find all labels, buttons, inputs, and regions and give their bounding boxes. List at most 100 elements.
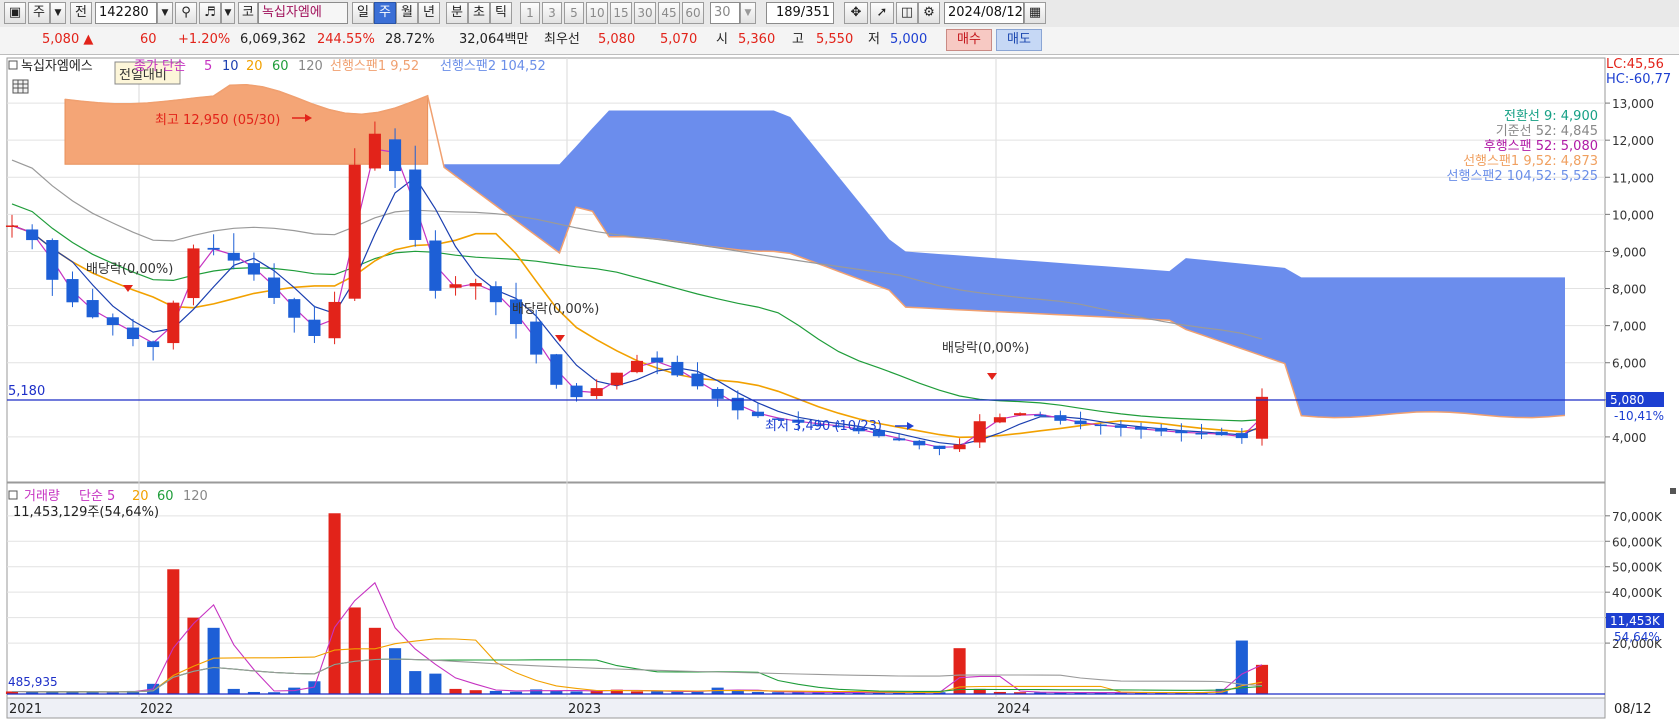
- candle-body: [1134, 427, 1148, 430]
- period-minute-button[interactable]: 분: [446, 2, 468, 24]
- volume-value: 6,069,362: [240, 32, 307, 47]
- reference-line-label: 5,180: [8, 384, 45, 399]
- speaker-dropdown-icon[interactable]: ▼: [221, 2, 235, 24]
- market-mode-label: 주: [33, 5, 45, 20]
- legend-ma120: 120: [298, 59, 323, 74]
- candle-body: [711, 388, 724, 399]
- buy-button[interactable]: 매수: [946, 29, 992, 51]
- interval-1-button[interactable]: 1: [520, 2, 540, 24]
- period-tick-button[interactable]: 틱: [490, 2, 512, 24]
- gear-icon[interactable]: ⚙: [918, 2, 940, 24]
- candle-body: [1014, 413, 1027, 416]
- candle-body: [1034, 414, 1047, 417]
- prev-button[interactable]: 전: [70, 2, 92, 24]
- candle-body: [106, 317, 119, 326]
- period-minute-label: 분: [451, 5, 463, 20]
- interval-3-label: 3: [548, 6, 556, 20]
- period-year-label: 년: [423, 5, 435, 20]
- open-value: 5,360: [738, 32, 776, 47]
- candle-body: [1094, 424, 1107, 427]
- volume-panel-resize-handle[interactable]: [1670, 488, 1676, 494]
- sell-button[interactable]: 매도: [996, 29, 1042, 51]
- candle-body: [469, 283, 482, 287]
- best-ask-value: 5,080: [598, 32, 636, 47]
- code-dropdown-icon[interactable]: ▼: [157, 2, 173, 24]
- market-tag[interactable]: 코: [238, 2, 258, 24]
- interval-15-label: 15: [613, 6, 629, 20]
- interval-5-button[interactable]: 5: [564, 2, 584, 24]
- interval-45-button[interactable]: 45: [658, 2, 680, 24]
- price-axis-label: 8,000: [1612, 283, 1646, 297]
- legend-ma5: 5: [204, 59, 212, 74]
- interval-input[interactable]: 30: [710, 2, 740, 24]
- date-input[interactable]: 2024/08/12: [944, 2, 1024, 24]
- stock-name-field[interactable]: 녹십자엠에: [258, 2, 348, 24]
- crosshair-icon[interactable]: ✥: [844, 2, 868, 24]
- amount-value: 32,064백만: [459, 32, 529, 47]
- legend-ma10: 10: [222, 59, 239, 74]
- volume-bar: [348, 607, 361, 694]
- interval-dropdown-icon[interactable]: ▼: [740, 2, 756, 24]
- chevron-down-icon[interactable]: ▼: [50, 2, 66, 24]
- candle-body: [429, 240, 442, 291]
- period-week-button[interactable]: 주: [374, 2, 396, 24]
- period-second-button[interactable]: 초: [468, 2, 490, 24]
- x-axis-bar: [6, 697, 1606, 719]
- grid-toggle-icon[interactable]: [12, 79, 29, 94]
- interval-30-button[interactable]: 30: [634, 2, 656, 24]
- candle-body: [46, 240, 59, 280]
- period-week-label: 주: [379, 5, 391, 20]
- page-counter: 189/351: [766, 2, 834, 24]
- interval-30-label: 30: [637, 6, 653, 20]
- stock-chart[interactable]: 5,180 최고 12,950 (05/30) 최저 3,490 (10/23)…: [0, 54, 1679, 721]
- legend-span1: 선행스팬1 9,52: [330, 58, 419, 74]
- candle-body: [630, 360, 644, 373]
- change-pct-value: +1.20%: [178, 32, 231, 47]
- volume-bar: [389, 648, 402, 694]
- candle-body: [1215, 431, 1228, 436]
- interval-15-button[interactable]: 15: [610, 2, 632, 24]
- x-axis-label-2023: 2023: [568, 702, 601, 717]
- candle-body: [409, 169, 422, 240]
- page-counter-value: 189/351: [775, 5, 830, 20]
- candle-body: [953, 444, 966, 450]
- volume-bar: [368, 627, 381, 694]
- high-annotation: 최고 12,950 (05/30): [155, 113, 280, 128]
- current-pct-label: -10,41%: [1614, 409, 1664, 423]
- period-day-button[interactable]: 일: [352, 2, 374, 24]
- interval-60-button[interactable]: 60: [682, 2, 704, 24]
- price-axis-label: 10,000: [1612, 208, 1654, 222]
- period-second-label: 초: [473, 5, 485, 20]
- period-month-button[interactable]: 월: [396, 2, 418, 24]
- market-tag-label: 코: [242, 5, 254, 20]
- save-icon[interactable]: ◫: [896, 2, 918, 24]
- current-volume-pct: 54,64%: [1614, 630, 1660, 644]
- candle-body: [1175, 430, 1188, 434]
- price-axis-label: 12,000: [1612, 134, 1654, 148]
- stock-code-input[interactable]: 142280: [95, 2, 157, 24]
- volume-legend-20: 20: [132, 489, 149, 504]
- candle-body: [913, 440, 926, 446]
- change-value: 60: [140, 32, 157, 47]
- interval-3-button[interactable]: 3: [542, 2, 562, 24]
- speaker-icon[interactable]: ♬: [199, 2, 221, 24]
- search-icon[interactable]: ⚲: [175, 2, 197, 24]
- volume-bar: [530, 689, 543, 694]
- calendar-icon[interactable]: ▦: [1024, 2, 1046, 24]
- current-price-label: 5,080: [1610, 393, 1644, 407]
- candle-body: [389, 139, 402, 172]
- volume-ratio-value: 244.55%: [317, 32, 375, 47]
- open-label: 시: [716, 32, 728, 47]
- x-axis-label-2024: 2024: [997, 702, 1030, 717]
- draw-line-icon[interactable]: ➚: [870, 2, 894, 24]
- interval-10-button[interactable]: 10: [586, 2, 608, 24]
- prev-label: 전: [75, 5, 87, 20]
- stock-legend-label: 녹십자엠에스: [21, 59, 93, 74]
- period-year-button[interactable]: 년: [418, 2, 440, 24]
- price-value: 5,080 ▲: [42, 32, 94, 47]
- market-mode-select[interactable]: 주: [28, 2, 50, 24]
- volume-axis-label: 40,000K: [1612, 586, 1663, 600]
- candle-body: [651, 357, 664, 363]
- stock-code-value: 142280: [99, 5, 149, 20]
- layout-icon[interactable]: ▣: [4, 2, 26, 24]
